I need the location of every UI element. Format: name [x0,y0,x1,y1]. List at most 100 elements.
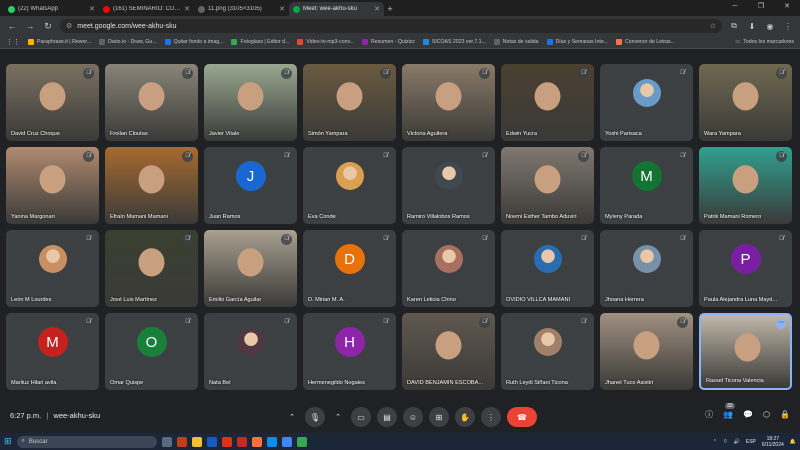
site-info-icon[interactable]: ⚙ [66,22,72,30]
extensions-icon[interactable]: ⧉ [728,21,740,31]
camera-button[interactable]: ▭ [351,407,371,427]
participant-tile[interactable]: J 🎙̸ Juan Ramos [204,147,297,224]
maximize-icon[interactable]: ❐ [748,0,774,14]
browser-tab[interactable]: Meet: wee-akhu-sku ✕ [289,2,384,16]
windows-start-icon[interactable]: ⊞ [4,436,12,447]
close-tab-icon[interactable]: ✕ [184,5,190,13]
tile-more-options-icon[interactable]: ⋯ [776,319,786,329]
participant-tile[interactable]: 🎙̸ Wara Yampara [699,64,792,141]
participant-tile[interactable]: 🎙̸ Yoshi Parisaca [600,64,693,141]
participant-tile[interactable]: P 🎙̸ Paula Alejandra Luna Mayd... [699,230,792,307]
participant-tile[interactable]: 🎙̸ Karen Leticia Chino [402,230,495,307]
downloads-icon[interactable]: ⬇ [746,22,758,31]
participant-tile[interactable]: 🎙̸ Efraín Mamani Mamani [105,147,198,224]
participant-tile[interactable]: 🎙̸ Froilan Cloutas [105,64,198,141]
firefox-icon[interactable] [251,436,262,447]
close-tab-icon[interactable]: ✕ [89,5,95,13]
participant-tile[interactable]: 🎙̸ León M Lourdes [6,230,99,307]
bookmark-item[interactable]: Convenor de Letras... [616,39,675,45]
menu-icon[interactable]: ⋮ [782,22,794,31]
minimize-icon[interactable]: ─ [722,0,748,14]
participant-tile[interactable]: M 🎙̸ Myleny Parada [600,147,693,224]
participant-tile[interactable]: O 🎙̸ Omar Quispe [105,313,198,390]
close-tab-icon[interactable]: ✕ [374,5,380,13]
participant-tile[interactable]: 🎙̸ Eva Conde [303,147,396,224]
bookmark-item[interactable]: Dario.io - Draw, Gu... [99,39,157,45]
apps-grid-icon[interactable]: ⋮⋮ [6,38,20,46]
audio-options-chevron-icon[interactable]: ⌃ [285,407,299,427]
notifications-icon[interactable]: 🔔 [790,439,796,445]
bookmark-item[interactable]: SICOAS 2023 ver.7.1... [422,39,486,45]
chat-icon[interactable]: 💬 [743,410,753,419]
all-bookmarks-folder[interactable]: ▭ Todos los marcadores [735,39,794,45]
participant-tile[interactable]: 🎙̸ Jhoana Herrera [600,230,693,307]
participant-tile[interactable]: D 🎙̸ D. Mirian M. A. [303,230,396,307]
acrobat-icon[interactable] [221,436,232,447]
word-icon[interactable] [206,436,217,447]
participant-tile[interactable]: 🎙̸ Jhanet Tuco Asistiri [600,313,693,390]
participant-tile[interactable]: 🎙̸ Edwin Yucra [501,64,594,141]
participant-tile[interactable]: 🎙̸ Ruth Leydi Siñani Ticona [501,313,594,390]
participant-tile[interactable]: 🎙̸ Victoria Aguilera [402,64,495,141]
chrome-active-icon[interactable] [296,436,307,447]
profile-icon[interactable]: ◉ [764,22,776,31]
bookmark-item[interactable]: Video-to-mp3-conv... [297,39,354,45]
bookmark-item[interactable]: Paraphrase.it | Rewor... [28,39,91,45]
address-bar[interactable]: ⚙ meet.google.com/wee-akhu-sku ☆ [60,19,722,33]
reload-icon[interactable]: ↻ [42,21,54,32]
participant-tile[interactable]: 🎙̸ Yanina Margonari [6,147,99,224]
participant-tile[interactable]: 🎙̸ Simón Yampara [303,64,396,141]
back-arrow-icon[interactable]: ← [6,21,18,31]
browser-tab[interactable]: (22) WhatsApp ✕ [4,2,99,16]
taskbar-search[interactable]: ⌕ Buscar [16,435,157,448]
participant-tile[interactable]: 🎙̸ Emilio García Aguilar [204,230,297,307]
raise-hand-button[interactable]: ✋ [455,407,475,427]
participant-tile[interactable]: 🎙̸ Patrik Mamani Romero [699,147,792,224]
participant-tile[interactable]: 🎙̸ Javier Vitale [204,64,297,141]
captions-button[interactable]: ▤ [377,407,397,427]
participant-tile[interactable]: 🎙̸ Ramiro Villalobos Ramos [402,147,495,224]
participant-tile[interactable]: 🎙̸ Noemi Esther Tambo Aduviri [501,147,594,224]
participant-tile[interactable]: 🎙̸ Nata Bel [204,313,297,390]
browser-tab[interactable]: (161) SEMINARIO: CULTURA DI✕ [99,2,194,16]
participant-tile[interactable]: 🎙̸ David Cruz Choque [6,64,99,141]
bookmark-item[interactable]: Días y Semanas Inte... [546,39,608,45]
bookmark-star-icon[interactable]: ☆ [710,22,716,30]
bookmark-item[interactable]: Resumen - Quizizz [362,39,415,45]
reactions-button[interactable]: ☺ [403,407,423,427]
edge-icon[interactable] [266,436,277,447]
tray-chevron-icon[interactable]: ⌃ [713,439,717,445]
leave-call-button[interactable]: ☎ [507,407,537,427]
present-button[interactable]: ⊞ [429,407,449,427]
participant-tile[interactable]: 🎙̸ OVIDIO VILLCA MAMANI [501,230,594,307]
activities-icon[interactable]: ⬡ [763,410,770,419]
close-window-icon[interactable]: ✕ [774,0,800,14]
video-options-chevron-icon[interactable]: ⌃ [331,407,345,427]
volume-icon[interactable]: 🔊 [734,439,740,445]
meeting-details-icon[interactable]: ⓘ [705,409,713,420]
host-controls-icon[interactable]: 🔒 [780,410,790,419]
input-language[interactable]: ESP [746,439,756,445]
people-button[interactable]: 32 👥 [723,403,735,419]
file-explorer-icon[interactable] [191,436,202,447]
network-icon[interactable]: ⌔ [723,439,728,445]
bookmark-item[interactable]: Fotoglass | Editor d... [231,39,289,45]
powerpoint-icon[interactable] [176,436,187,447]
new-tab-button[interactable]: + [384,2,396,16]
participant-tile[interactable]: M 🎙̸ Mariluz Hilari avila [6,313,99,390]
task-view-icon[interactable] [161,436,172,447]
participant-tile[interactable]: 🎙̸ José Luis Martínez [105,230,198,307]
clock-date[interactable]: 18:27 6/11/2024 [762,436,784,448]
bookmark-item[interactable]: Quitar fondo a imag... [164,39,223,45]
chrome-icon[interactable] [281,436,292,447]
bookmark-item[interactable]: Notas de salida [493,39,539,45]
browser-tab[interactable]: 11.png (3105×3105) ✕ [194,2,289,16]
more-options-button[interactable]: ⋮ [481,407,501,427]
participant-tile[interactable]: 🎙̸ DAVID BENJAMIN ESCOBA... [402,313,495,390]
participant-tile[interactable]: ⋯ Rassel Ticona Valencia [699,313,792,390]
pdf-icon[interactable] [236,436,247,447]
participant-tile[interactable]: H 🎙̸ Hermenegildo Nogales [303,313,396,390]
forward-arrow-icon[interactable]: → [24,21,36,31]
close-tab-icon[interactable]: ✕ [279,5,285,13]
microphone-button[interactable]: 🎙 [305,407,325,427]
